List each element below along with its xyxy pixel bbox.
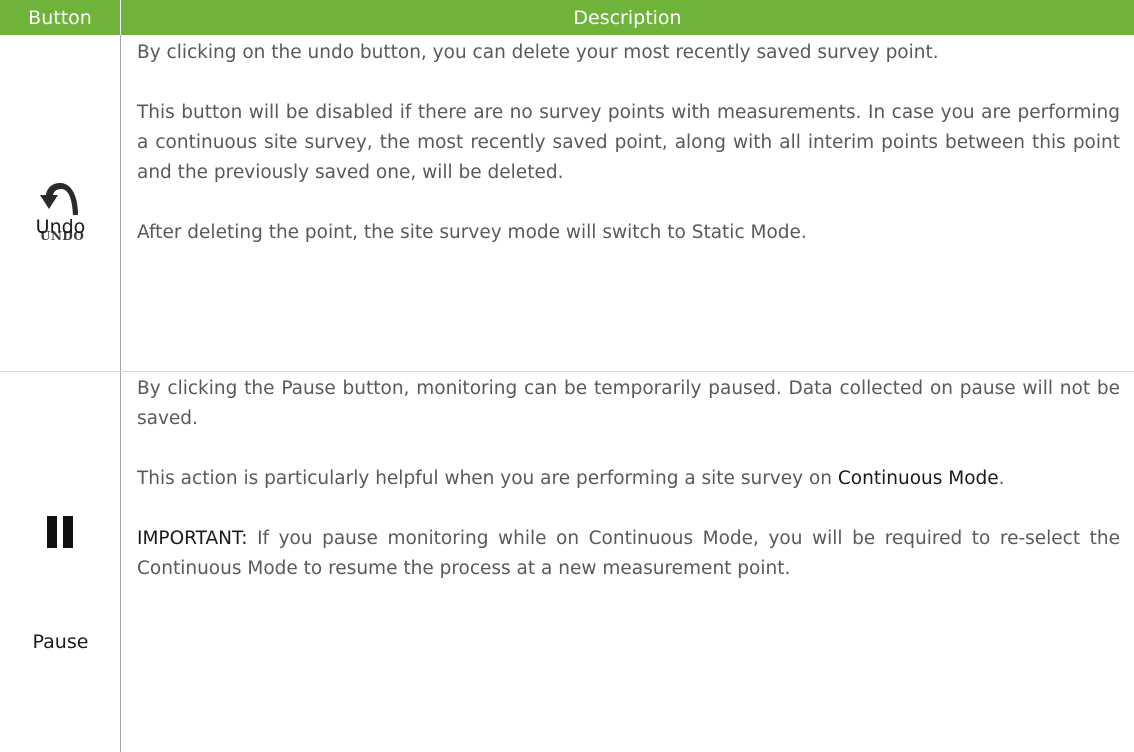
pause-icon [47, 516, 57, 548]
undo-paragraph-2: This button will be disabled if there ar… [137, 102, 1120, 183]
pause-paragraph-2-end: . [998, 468, 1005, 489]
table-row-pause: Pause By clicking the Pause button, moni… [0, 371, 1134, 752]
undo-paragraph-1: By clicking on the undo button, you can … [137, 42, 939, 63]
button-description-table: Button Description UNDO Undo By clicking… [0, 0, 1134, 752]
undo-paragraph-3: After deleting the point, the site surve… [137, 222, 807, 243]
pause-button-cell: Pause [0, 372, 121, 752]
pause-description: By clicking the Pause button, monitoring… [121, 372, 1134, 752]
important-emphasis: IMPORTANT: [137, 528, 248, 549]
pause-paragraph-3: IMPORTANT: If you pause monitoring while… [137, 524, 1120, 584]
pause-paragraph-1: By clicking the Pause button, monitoring… [137, 378, 1120, 429]
header-description-column: Description [573, 6, 682, 29]
undo-label: Undo [35, 216, 86, 238]
table-row-undo: UNDO Undo By clicking on the undo button… [0, 35, 1134, 371]
pause-button[interactable] [47, 516, 73, 548]
pause-paragraph-2-text: This action is particularly helpful when… [137, 468, 832, 489]
pause-paragraph-3-text: If you pause monitoring while on Continu… [137, 528, 1120, 579]
continuous-mode-emphasis: Continuous Mode [837, 468, 999, 489]
pause-label: Pause [32, 631, 89, 653]
pause-paragraph-2: This action is particularly helpful when… [137, 464, 1120, 494]
table-header-row: Button Description [0, 0, 1134, 35]
undo-description: By clicking on the undo button, you can … [121, 35, 1134, 371]
header-button-column: Button [0, 0, 121, 35]
undo-button-cell: UNDO Undo [0, 35, 121, 371]
